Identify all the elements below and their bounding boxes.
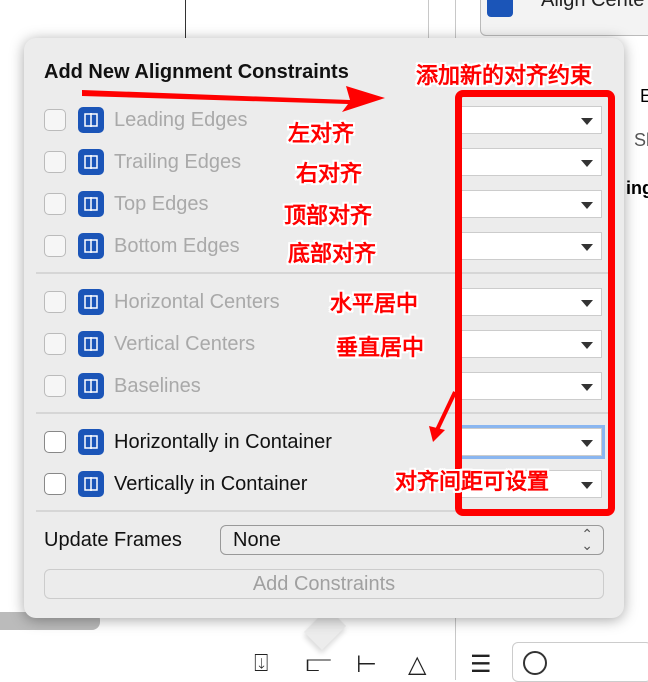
annotation-text: 添加新的对齐约束 [416, 64, 593, 89]
update-frames-select[interactable]: None ⌃ ⌄ [220, 525, 604, 555]
update-frames-label: Update Frames [44, 529, 182, 551]
align-icon[interactable]: ⫍ [306, 650, 332, 678]
align-bottom-icon [78, 233, 104, 259]
constraint-label: Trailing Edges [114, 150, 242, 173]
circle-icon [523, 651, 547, 675]
constraint-row: Vertically in Container [44, 470, 307, 498]
resolve-issues-icon[interactable]: △ [408, 650, 426, 679]
constraint-label: Top Edges [114, 192, 209, 215]
constraint-row: Trailing Edges [44, 148, 241, 176]
constraint-row: Top Edges [44, 190, 209, 218]
annotation-arrow [429, 391, 457, 442]
align-center-item[interactable]: Align Cente [480, 0, 648, 36]
canvas-line [185, 0, 186, 38]
annotation-text: 底部对齐 [288, 242, 377, 267]
align-trailing-icon [78, 149, 104, 175]
updown-chevron-icon: ⌃ ⌄ [581, 526, 593, 553]
align-top-icon [78, 191, 104, 217]
annotation-text: 水平居中 [330, 292, 419, 317]
constraint-checkbox[interactable] [44, 109, 66, 131]
constraint-checkbox[interactable] [44, 431, 66, 453]
constraint-label: Vertically in Container [114, 472, 308, 495]
constraint-checkbox[interactable] [44, 235, 66, 257]
constraint-checkbox[interactable] [44, 333, 66, 355]
constraint-row: Vertical Centers [44, 330, 255, 358]
annotation-arrow [82, 86, 385, 112]
constraint-checkbox[interactable] [44, 151, 66, 173]
update-frames-icon[interactable]: ⍗ [254, 650, 268, 678]
constraint-label: Baselines [114, 374, 201, 397]
constraint-checkbox[interactable] [44, 375, 66, 397]
filter-field[interactable] [512, 642, 648, 682]
annotation-box [455, 90, 615, 516]
divider [428, 0, 429, 38]
align-vcontainer-icon [78, 471, 104, 497]
constraint-label: Horizontal Centers [114, 290, 280, 313]
align-hcenter-icon [78, 289, 104, 315]
outline-icon[interactable]: ☰ [470, 650, 492, 679]
align-center-icon [487, 0, 513, 17]
annotation-text: 左对齐 [288, 122, 355, 147]
constraint-row: Bottom Edges [44, 232, 240, 260]
constraint-checkbox[interactable] [44, 291, 66, 313]
constraint-row: Horizontally in Container [44, 428, 332, 456]
constraint-label: Bottom Edges [114, 234, 240, 257]
constraint-label: Vertical Centers [114, 332, 256, 355]
constraint-row: Horizontal Centers [44, 288, 280, 316]
constraint-checkbox[interactable] [44, 473, 66, 495]
annotation-text: 对齐间距可设置 [395, 470, 550, 495]
constraint-label: Horizontally in Container [114, 430, 332, 453]
annotation-text: 右对齐 [296, 162, 363, 187]
align-vcenter-icon [78, 331, 104, 357]
annotation-text: 垂直居中 [336, 336, 425, 361]
align-hcontainer-icon [78, 429, 104, 455]
add-constraints-button[interactable]: Add Constraints [44, 569, 604, 599]
annotation-text: 顶部对齐 [284, 204, 373, 229]
align-baseline-icon [78, 373, 104, 399]
pin-icon[interactable]: ⊢ [356, 650, 377, 679]
constraint-checkbox[interactable] [44, 193, 66, 215]
constraint-row: Baselines [44, 372, 201, 400]
